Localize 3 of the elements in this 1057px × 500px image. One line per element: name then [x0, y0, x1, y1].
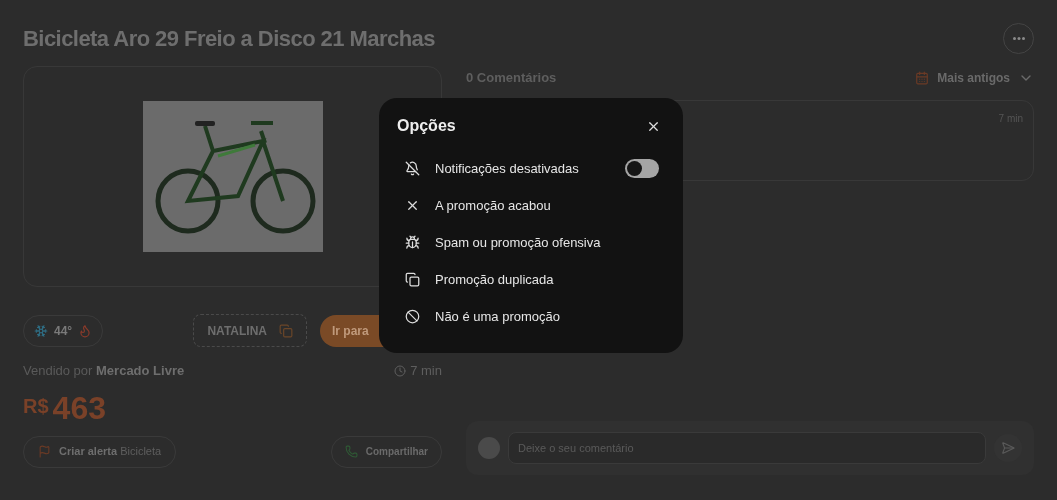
dialog-title: Opções	[397, 116, 456, 136]
product-title: Bicicleta Aro 29 Freio a Disco 21 Marchas	[23, 25, 435, 53]
temperature-value: 44°	[54, 322, 73, 340]
